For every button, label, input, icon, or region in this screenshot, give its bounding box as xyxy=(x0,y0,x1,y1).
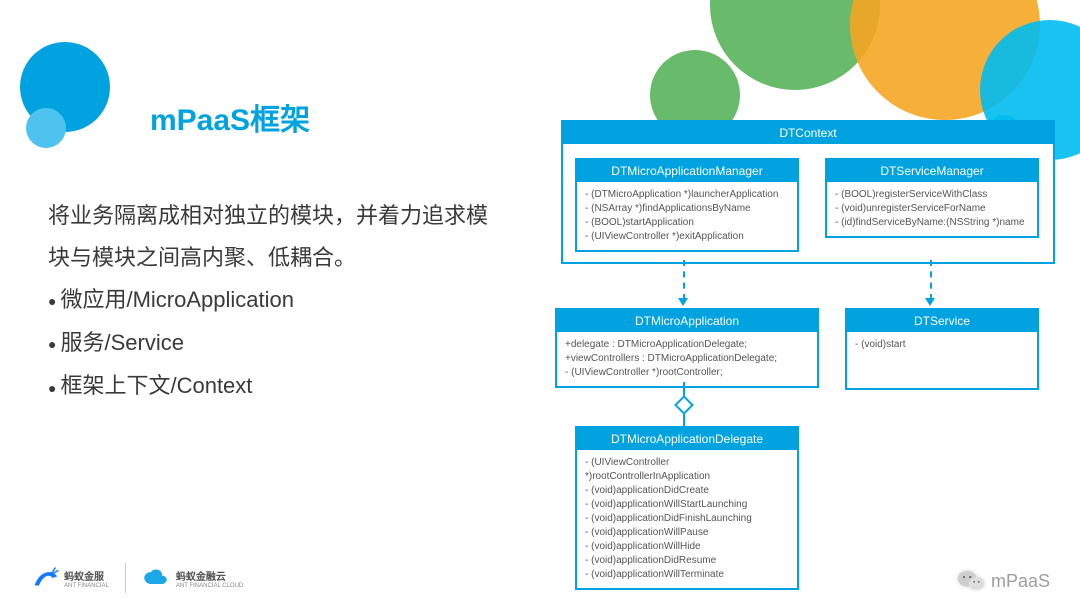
dtservice-title: DTService xyxy=(847,310,1037,332)
bullet-service: 服务/Service xyxy=(48,322,508,365)
arrow-servicemanager-to-service xyxy=(930,260,932,300)
dtmicroapplication-body: +delegate : DTMicroApplicationDelegate; … xyxy=(557,332,817,386)
ant-financial-cn: 蚂蚁金服 xyxy=(64,568,109,583)
dtmicroapplicationmanager-box: DTMicroApplicationManager - (DTMicroAppl… xyxy=(575,158,799,252)
footer-divider xyxy=(125,563,126,593)
aggregation-diamond-icon xyxy=(674,395,694,415)
dtmicroapplicationdelegate-box: DTMicroApplicationDelegate - (UIViewCont… xyxy=(575,426,799,590)
page-title: mPaaS框架 xyxy=(150,95,310,139)
dtservicemanager-box: DTServiceManager - (BOOL)registerService… xyxy=(825,158,1039,238)
dtmicroapplicationdelegate-title: DTMicroApplicationDelegate xyxy=(577,428,797,450)
arrow-head-microapp xyxy=(678,298,688,306)
dtmicroapplication-box: DTMicroApplication +delegate : DTMicroAp… xyxy=(555,308,819,388)
dtcontext-title: DTContext xyxy=(563,122,1053,144)
dtmicroapplication-title: DTMicroApplication xyxy=(557,310,817,332)
arrow-head-service xyxy=(925,298,935,306)
dtmicroapplicationmanager-title: DTMicroApplicationManager xyxy=(577,160,797,182)
description-text: 将业务隔离成相对独立的模块，并着力追求模块与模块之间高内聚、低耦合。 xyxy=(48,195,508,279)
wechat-watermark: mPaaS xyxy=(957,569,1050,593)
dtmicroapplicationmanager-body: - (DTMicroApplication *)launcherApplicat… xyxy=(577,182,797,250)
wechat-label: mPaaS xyxy=(991,571,1050,592)
dtservice-box: DTService - (void)start xyxy=(845,308,1039,390)
description-block: 将业务隔离成相对独立的模块，并着力追求模块与模块之间高内聚、低耦合。 微应用/M… xyxy=(48,195,508,409)
wechat-icon xyxy=(957,569,985,593)
dtservice-body: - (void)start xyxy=(847,332,1037,388)
dtservicemanager-body: - (BOOL)registerServiceWithClass - (void… xyxy=(827,182,1037,236)
ant-cloud-logo: 蚂蚁金融云ANT FINANCIAL CLOUD xyxy=(142,566,243,590)
arrow-appmanager-to-microapp xyxy=(683,260,685,300)
dtmicroapplicationdelegate-body: - (UIViewController *)rootControllerInAp… xyxy=(577,450,797,588)
cloud-icon xyxy=(142,566,172,590)
ant-cloud-cn: 蚂蚁金融云 xyxy=(176,568,243,583)
ant-cloud-en: ANT FINANCIAL CLOUD xyxy=(176,583,243,589)
bullet-context: 框架上下文/Context xyxy=(48,365,508,408)
ant-financial-en: ANT FINANCIAL xyxy=(64,583,109,589)
dtservicemanager-title: DTServiceManager xyxy=(827,160,1037,182)
ant-financial-logo: 蚂蚁金服ANT FINANCIAL xyxy=(30,566,109,590)
bullet-microapplication: 微应用/MicroApplication xyxy=(48,279,508,322)
ant-icon xyxy=(30,566,60,590)
footer-logos: 蚂蚁金服ANT FINANCIAL 蚂蚁金融云ANT FINANCIAL CLO… xyxy=(30,563,243,593)
title-ornament-circle-small xyxy=(26,108,66,148)
